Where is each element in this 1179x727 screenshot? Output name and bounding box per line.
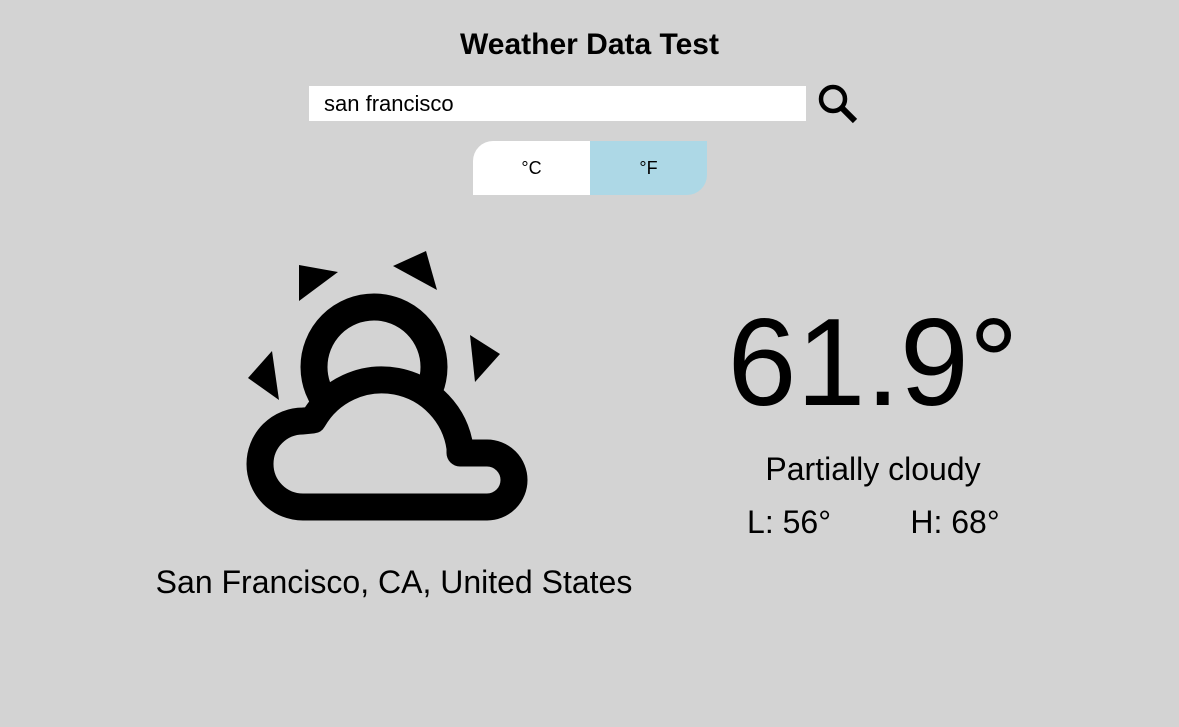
high-temperature: H: 68° (910, 504, 1000, 540)
condition-label: Partially cloudy (765, 451, 981, 487)
search-input[interactable] (309, 86, 806, 121)
page-title: Weather Data Test (460, 28, 719, 61)
celsius-button[interactable]: °C (473, 141, 590, 195)
search-icon (818, 84, 858, 124)
fahrenheit-button[interactable]: °F (590, 141, 707, 195)
unit-toggle: °C °F (473, 141, 707, 195)
temperature-value: 61.9° (727, 294, 1019, 432)
partly-cloudy-icon (246, 251, 528, 521)
low-temperature: L: 56° (747, 504, 831, 540)
location-label: San Francisco, CA, United States (155, 564, 633, 600)
search-button[interactable] (816, 82, 860, 126)
